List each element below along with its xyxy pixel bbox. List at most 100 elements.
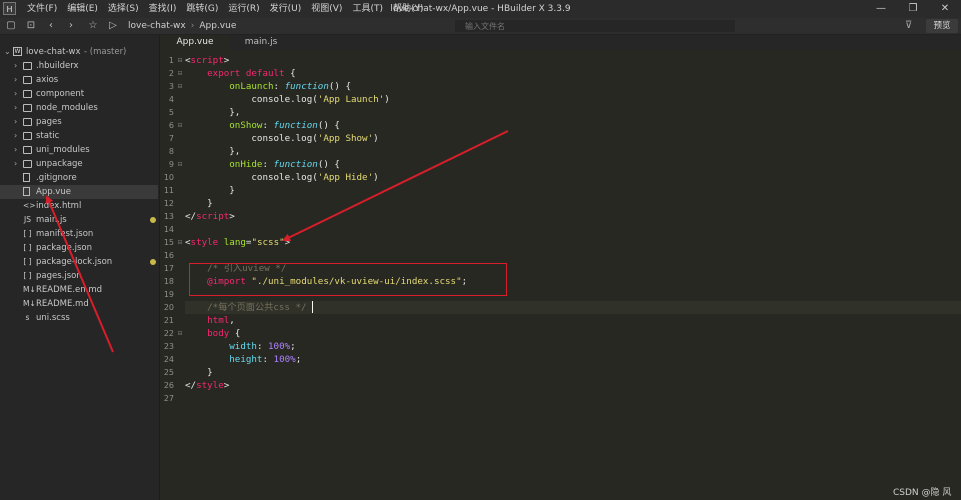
maximize-icon[interactable]: ❐	[897, 0, 929, 18]
fold-toggle-icon[interactable]: ⊟	[177, 80, 183, 93]
code-line[interactable]: }	[185, 197, 213, 210]
line-number: 4	[168, 95, 174, 104]
menu-item[interactable]: 发行(U)	[265, 0, 307, 18]
watermark: CSDN @隐 风	[893, 488, 952, 498]
chevron-right-icon[interactable]: ›	[14, 87, 17, 101]
code-token: 'App Launch'	[317, 94, 385, 105]
code-line[interactable]: <script>	[185, 54, 229, 67]
code-line[interactable]: onLaunch: function() {	[185, 80, 351, 93]
code-token: )	[384, 94, 390, 105]
tree-item-label: uni.scss	[36, 313, 70, 323]
code-line[interactable]: }	[185, 366, 213, 379]
fold-toggle-icon[interactable]: ⊟	[177, 236, 183, 249]
code-token: }	[185, 198, 213, 209]
folder-item[interactable]: › component	[0, 87, 158, 101]
code-token: () {	[317, 120, 340, 131]
minimize-icon[interactable]: —	[865, 0, 897, 18]
project-explorer: ⌄ W love-chat-wx - (master) › .hbuilderx ›…	[0, 35, 160, 500]
code-token: export default	[207, 68, 285, 79]
fold-toggle-icon[interactable]: ⊟	[177, 67, 183, 80]
code-line[interactable]: export default {	[185, 67, 296, 80]
filter-icon[interactable]: ⊽	[905, 18, 912, 34]
chevron-right-icon[interactable]: ›	[14, 73, 17, 87]
file-item[interactable]: <> index.html	[0, 199, 158, 213]
code-line[interactable]: }	[185, 184, 235, 197]
chevron-right-icon[interactable]: ›	[14, 59, 17, 73]
code-line[interactable]: </script>	[185, 210, 235, 223]
menu-item[interactable]: 跳转(G)	[181, 0, 223, 18]
file-item[interactable]: [ ] manifest.json	[0, 227, 158, 241]
folder-icon	[23, 62, 32, 70]
menu-item[interactable]: 文件(F)	[22, 0, 62, 18]
json-file-icon: [ ]	[23, 243, 32, 252]
folder-item[interactable]: › uni_modules	[0, 143, 158, 157]
back-icon[interactable]: ‹	[44, 18, 58, 34]
file-search-input[interactable]	[455, 20, 735, 32]
code-token: {	[284, 68, 296, 79]
run-icon[interactable]: ▷	[106, 18, 120, 34]
tab-app-vue[interactable]: App.vue	[160, 35, 230, 50]
code-line[interactable]: width: 100%;	[185, 340, 295, 353]
menu-item[interactable]: 工具(T)	[347, 0, 388, 18]
file-item[interactable]: M↓ README.en.md	[0, 283, 158, 297]
code-token: }	[185, 185, 235, 196]
code-line[interactable]: console.log('App Show')	[185, 132, 378, 145]
fold-toggle-icon[interactable]: ⊟	[177, 54, 183, 67]
file-item[interactable]: M↓ README.md	[0, 297, 158, 311]
line-number: 20	[163, 303, 174, 312]
menu-item[interactable]: 查找(I)	[144, 0, 182, 18]
fold-toggle-icon[interactable]: ⊟	[177, 327, 183, 340]
chevron-right-icon[interactable]: ›	[14, 101, 17, 115]
breadcrumb-file[interactable]: App.vue	[199, 18, 236, 34]
file-item[interactable]: App.vue	[0, 185, 158, 199]
fold-toggle-icon[interactable]: ⊟	[177, 158, 183, 171]
folder-item[interactable]: › unpackage	[0, 157, 158, 171]
menu-item[interactable]: 编辑(E)	[62, 0, 103, 18]
code-line[interactable]: console.log('App Hide')	[185, 171, 378, 184]
folder-item[interactable]: › axios	[0, 73, 158, 87]
code-line[interactable]: /*每个页面公共css */	[185, 301, 306, 314]
fold-toggle-icon[interactable]: ⊟	[177, 119, 183, 132]
chevron-right-icon[interactable]: ›	[14, 143, 17, 157]
folder-item[interactable]: › pages	[0, 115, 158, 129]
file-item[interactable]: [ ] pages.json	[0, 269, 158, 283]
menu-item[interactable]: 帮助(Y)	[388, 0, 429, 18]
tree-item-label: axios	[36, 75, 59, 85]
breadcrumb-project[interactable]: love-chat-wx	[128, 18, 186, 34]
code-line[interactable]: },	[185, 145, 240, 158]
save-icon[interactable]: ⊡	[24, 18, 38, 34]
code-line[interactable]: height: 100%;	[185, 353, 301, 366]
menu-item[interactable]: 视图(V)	[306, 0, 347, 18]
file-item[interactable]: .gitignore	[0, 171, 158, 185]
code-line[interactable]: </style>	[185, 379, 229, 392]
chevron-down-icon[interactable]: ⌄	[4, 45, 11, 59]
menu-item[interactable]: 选择(S)	[103, 0, 144, 18]
code-line[interactable]: onHide: function() {	[185, 158, 340, 171]
folder-item[interactable]: › .hbuilderx	[0, 59, 158, 73]
code-line[interactable]: },	[185, 106, 240, 119]
code-line[interactable]: console.log('App Launch')	[185, 93, 390, 106]
file-item[interactable]: JS main.js	[0, 213, 158, 227]
folder-item[interactable]: › static	[0, 129, 158, 143]
close-icon[interactable]: ✕	[929, 0, 961, 18]
chevron-right-icon[interactable]: ›	[14, 115, 17, 129]
tab-main-js[interactable]: main.js	[230, 35, 292, 50]
code-token: ;	[295, 354, 302, 365]
chevron-right-icon[interactable]: ›	[14, 157, 17, 171]
code-line[interactable]: onShow: function() {	[185, 119, 340, 132]
forward-icon[interactable]: ›	[64, 18, 78, 34]
code-line[interactable]: body {	[185, 327, 240, 340]
tree-item-label: README.en.md	[36, 285, 103, 295]
chevron-right-icon[interactable]: ›	[14, 129, 17, 143]
tree-item-label: pages	[36, 117, 62, 127]
folder-item[interactable]: › node_modules	[0, 101, 158, 115]
menu-item[interactable]: 运行(R)	[223, 0, 264, 18]
preview-button[interactable]: 预览	[926, 19, 958, 33]
file-item[interactable]: [ ] package-lock.json	[0, 255, 158, 269]
file-item[interactable]: [ ] package.json	[0, 241, 158, 255]
code-line[interactable]: html,	[185, 314, 235, 327]
code-line[interactable]: <style lang="scss">	[185, 236, 290, 249]
new-file-icon[interactable]: ▢	[4, 18, 18, 34]
file-item[interactable]: ꜱ uni.scss	[0, 311, 158, 325]
favorite-star-icon[interactable]: ☆	[86, 18, 100, 34]
